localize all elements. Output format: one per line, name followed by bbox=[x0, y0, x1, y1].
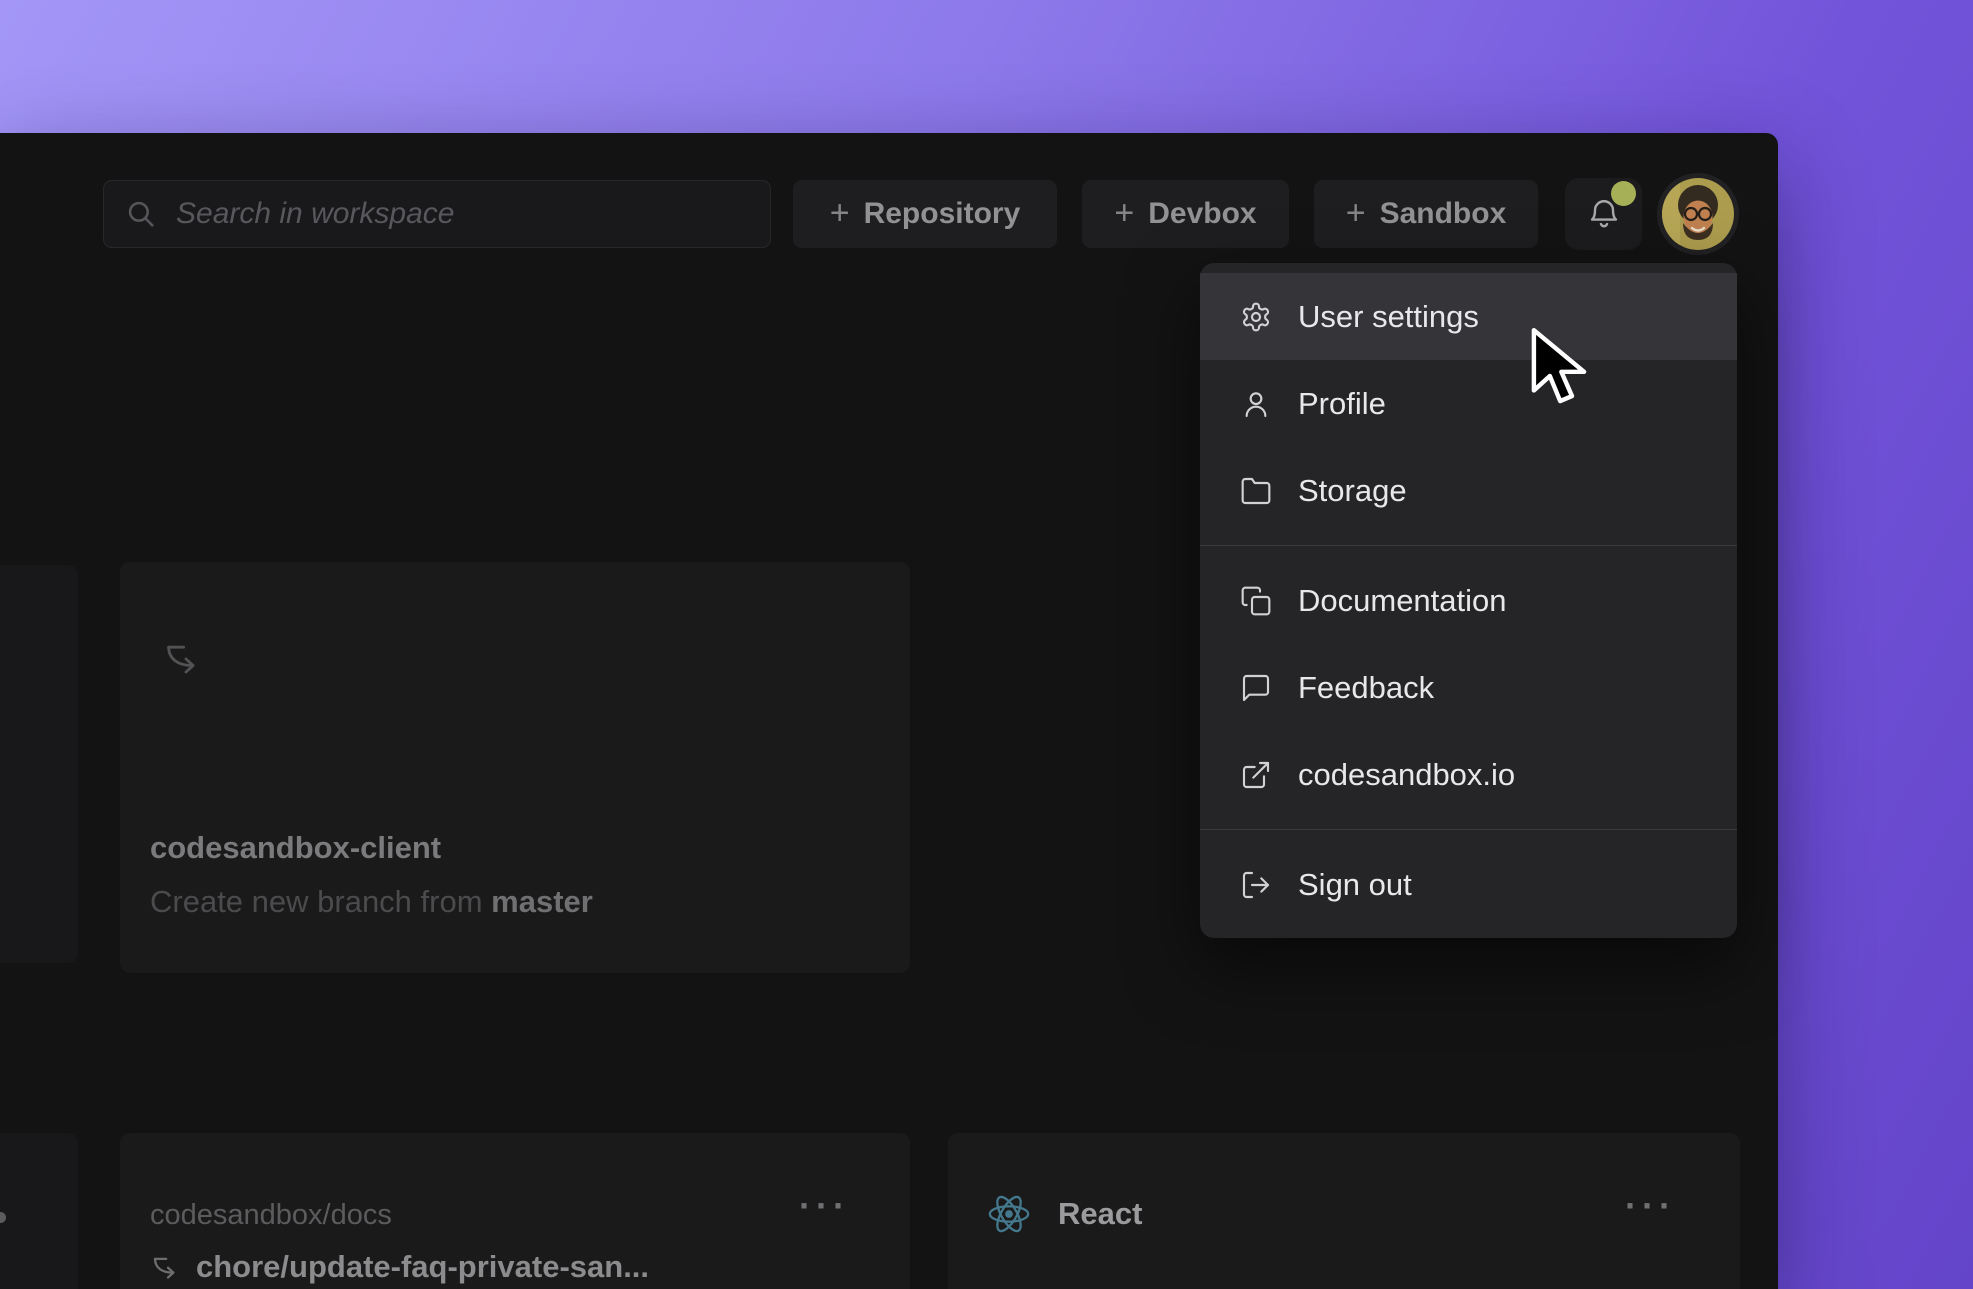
menu-item-documentation[interactable]: Documentation bbox=[1200, 557, 1737, 644]
branch-card-title: codesandbox-client bbox=[150, 830, 441, 866]
new-sandbox-button[interactable]: + Sandbox bbox=[1314, 180, 1538, 248]
partial-card-left[interactable] bbox=[0, 565, 78, 963]
menu-item-label: Documentation bbox=[1298, 583, 1507, 619]
new-sandbox-label: Sandbox bbox=[1380, 197, 1507, 231]
branch-arrow-icon bbox=[150, 1252, 180, 1282]
menu-item-label: Feedback bbox=[1298, 670, 1434, 706]
plus-icon: + bbox=[1114, 196, 1134, 230]
external-link-icon bbox=[1240, 759, 1272, 791]
template-row: React bbox=[986, 1191, 1142, 1237]
menu-item-codesandbox-io[interactable]: codesandbox.io bbox=[1200, 731, 1737, 818]
user-avatar-button[interactable] bbox=[1662, 178, 1734, 250]
menu-item-label: Sign out bbox=[1298, 867, 1412, 903]
workspace-search[interactable] bbox=[103, 180, 771, 248]
plus-icon: + bbox=[1346, 196, 1366, 230]
create-branch-card[interactable]: codesandbox-client Create new branch fro… bbox=[120, 562, 910, 973]
folder-icon bbox=[1240, 475, 1272, 507]
template-overflow-menu-button[interactable]: ··· bbox=[1625, 1185, 1676, 1227]
new-devbox-label: Devbox bbox=[1148, 197, 1256, 231]
repo-branch-row: chore/update-faq-private-san... bbox=[150, 1249, 649, 1285]
react-logo-icon bbox=[986, 1191, 1032, 1237]
repo-overflow-menu-button[interactable]: ··· bbox=[799, 1185, 850, 1227]
menu-item-label: Storage bbox=[1298, 473, 1407, 509]
menu-divider bbox=[1200, 829, 1737, 830]
repository-name: codesandbox/docs bbox=[150, 1199, 392, 1232]
menu-item-feedback[interactable]: Feedback bbox=[1200, 644, 1737, 731]
gear-icon bbox=[1240, 301, 1272, 333]
branch-card-subtitle: Create new branch from master bbox=[150, 884, 593, 920]
menu-item-profile[interactable]: Profile bbox=[1200, 360, 1737, 447]
template-card[interactable]: React ··· bbox=[948, 1133, 1740, 1289]
menu-item-sign-out[interactable]: Sign out bbox=[1200, 841, 1737, 928]
menu-item-label: codesandbox.io bbox=[1298, 757, 1515, 793]
user-icon bbox=[1240, 388, 1272, 420]
menu-item-label: User settings bbox=[1298, 299, 1479, 335]
search-input[interactable] bbox=[174, 196, 750, 232]
menu-item-label: Profile bbox=[1298, 386, 1386, 422]
screen: + Repository + Devbox + Sandbox bbox=[0, 0, 1973, 1289]
subtitle-prefix: Create new branch from bbox=[150, 884, 491, 919]
new-devbox-button[interactable]: + Devbox bbox=[1082, 180, 1289, 248]
user-dropdown-menu: User settings Profile Storage Documentat… bbox=[1200, 263, 1737, 938]
menu-divider bbox=[1200, 545, 1737, 546]
documentation-icon bbox=[1240, 585, 1272, 617]
sign-out-icon bbox=[1240, 869, 1272, 901]
repository-card[interactable]: codesandbox/docs ··· chore/update-faq-pr… bbox=[120, 1133, 910, 1289]
search-icon bbox=[124, 197, 158, 231]
feedback-icon bbox=[1240, 672, 1272, 704]
notification-dot bbox=[1611, 181, 1636, 206]
plus-icon: + bbox=[830, 196, 850, 230]
template-name: React bbox=[1058, 1196, 1142, 1232]
branch-arrow-icon bbox=[162, 638, 202, 678]
new-repository-label: Repository bbox=[864, 197, 1021, 231]
menu-item-storage[interactable]: Storage bbox=[1200, 447, 1737, 534]
new-repository-button[interactable]: + Repository bbox=[793, 180, 1057, 248]
menu-item-user-settings[interactable]: User settings bbox=[1200, 273, 1737, 360]
mouse-cursor bbox=[1528, 326, 1590, 415]
subtitle-branch-name: master bbox=[491, 884, 593, 919]
repo-branch-name: chore/update-faq-private-san... bbox=[196, 1249, 649, 1285]
avatar-photo bbox=[1662, 178, 1734, 250]
partial-card-bottom-left[interactable] bbox=[0, 1133, 78, 1289]
